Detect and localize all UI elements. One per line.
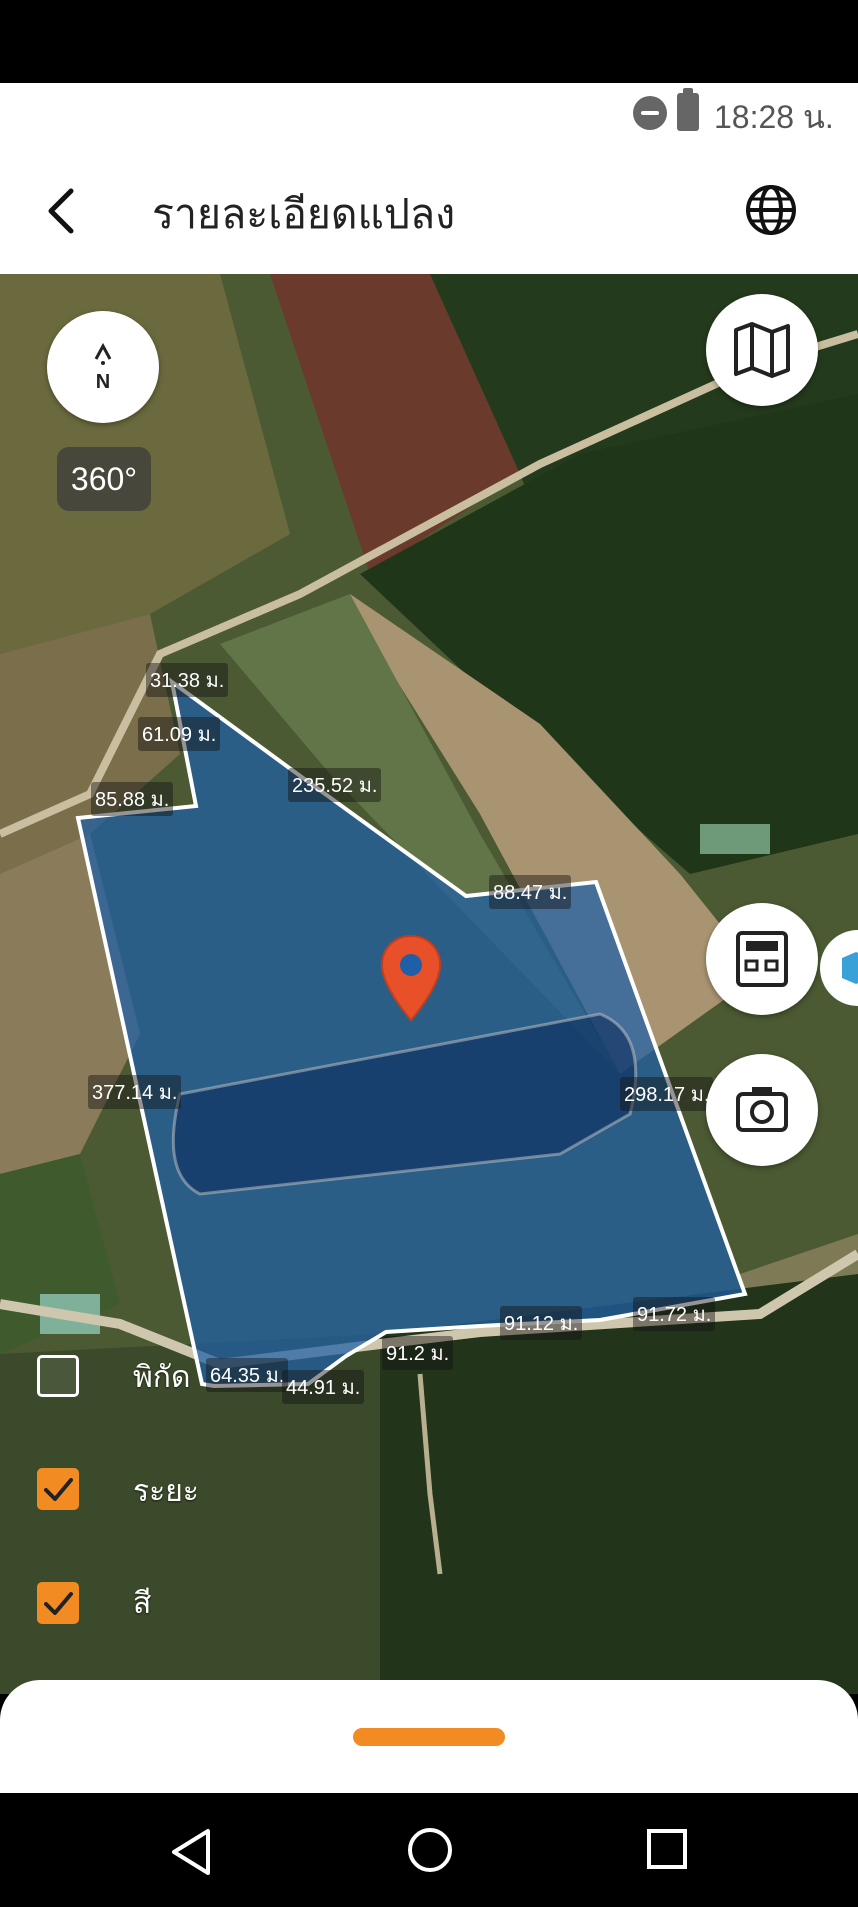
system-nav-bar xyxy=(0,1793,858,1907)
distance-label: 64.35 ม. xyxy=(206,1358,289,1392)
distance-toggle-label: ระยะ xyxy=(133,1474,199,1509)
coordinate-checkbox[interactable] xyxy=(37,1355,79,1397)
globe-icon xyxy=(746,185,796,235)
distance-label: 298.17 ม. xyxy=(620,1077,714,1111)
sheet-drag-handle[interactable] xyxy=(353,1728,505,1746)
distance-label: 91.12 ม. xyxy=(500,1306,583,1340)
camera-icon xyxy=(736,1087,788,1132)
check-icon xyxy=(44,1592,73,1615)
compass-button[interactable]: N xyxy=(47,311,159,423)
chevron-left-icon xyxy=(48,188,74,234)
distance-label: 91.72 ม. xyxy=(633,1297,716,1331)
calculator-button[interactable] xyxy=(706,903,818,1015)
distance-label: 85.88 ม. xyxy=(91,782,174,816)
check-icon xyxy=(44,1478,73,1501)
distance-label: 61.09 ม. xyxy=(138,717,221,751)
home-nav-icon[interactable] xyxy=(405,1825,455,1875)
distance-checkbox[interactable] xyxy=(37,1468,79,1510)
page-title: รายละเอียดแปลง xyxy=(152,190,456,238)
distance-label: 235.52 ม. xyxy=(288,768,382,802)
battery-charging-icon xyxy=(677,88,699,131)
color-checkbox[interactable] xyxy=(37,1582,79,1624)
bottom-sheet[interactable] xyxy=(0,1680,858,1793)
compass-label: N xyxy=(95,371,111,393)
distance-label: 377.14 ม. xyxy=(88,1075,182,1109)
color-toggle-label: สี xyxy=(133,1586,152,1621)
distance-label: 44.91 ม. xyxy=(282,1370,365,1404)
map-type-button[interactable] xyxy=(706,294,818,406)
back-button[interactable] xyxy=(35,181,95,241)
camera-button[interactable] xyxy=(706,1054,818,1166)
distance-label: 91.2 ม. xyxy=(382,1336,454,1370)
cube-icon xyxy=(842,952,858,984)
app-header: รายละเอียดแปลง xyxy=(0,149,858,274)
map-view[interactable]: 31.38 ม. 61.09 ม. 85.88 ม. 235.52 ม. 88.… xyxy=(0,274,858,1694)
back-nav-icon[interactable] xyxy=(168,1827,216,1877)
calculator-icon xyxy=(736,931,788,987)
recents-nav-icon[interactable] xyxy=(645,1827,689,1871)
north-arrow-icon xyxy=(94,342,112,365)
map-icon xyxy=(734,322,790,378)
top-black-bar xyxy=(0,0,858,83)
location-pin-icon[interactable] xyxy=(378,932,444,1024)
do-not-disturb-icon xyxy=(633,96,667,130)
rotation-angle-badge: 360° xyxy=(57,447,151,511)
language-button[interactable] xyxy=(740,179,802,241)
status-time: 18:28 น. xyxy=(714,99,834,135)
distance-label: 31.38 ม. xyxy=(146,663,229,697)
coordinate-label: พิกัด xyxy=(133,1360,191,1395)
distance-label: 88.47 ม. xyxy=(489,875,572,909)
